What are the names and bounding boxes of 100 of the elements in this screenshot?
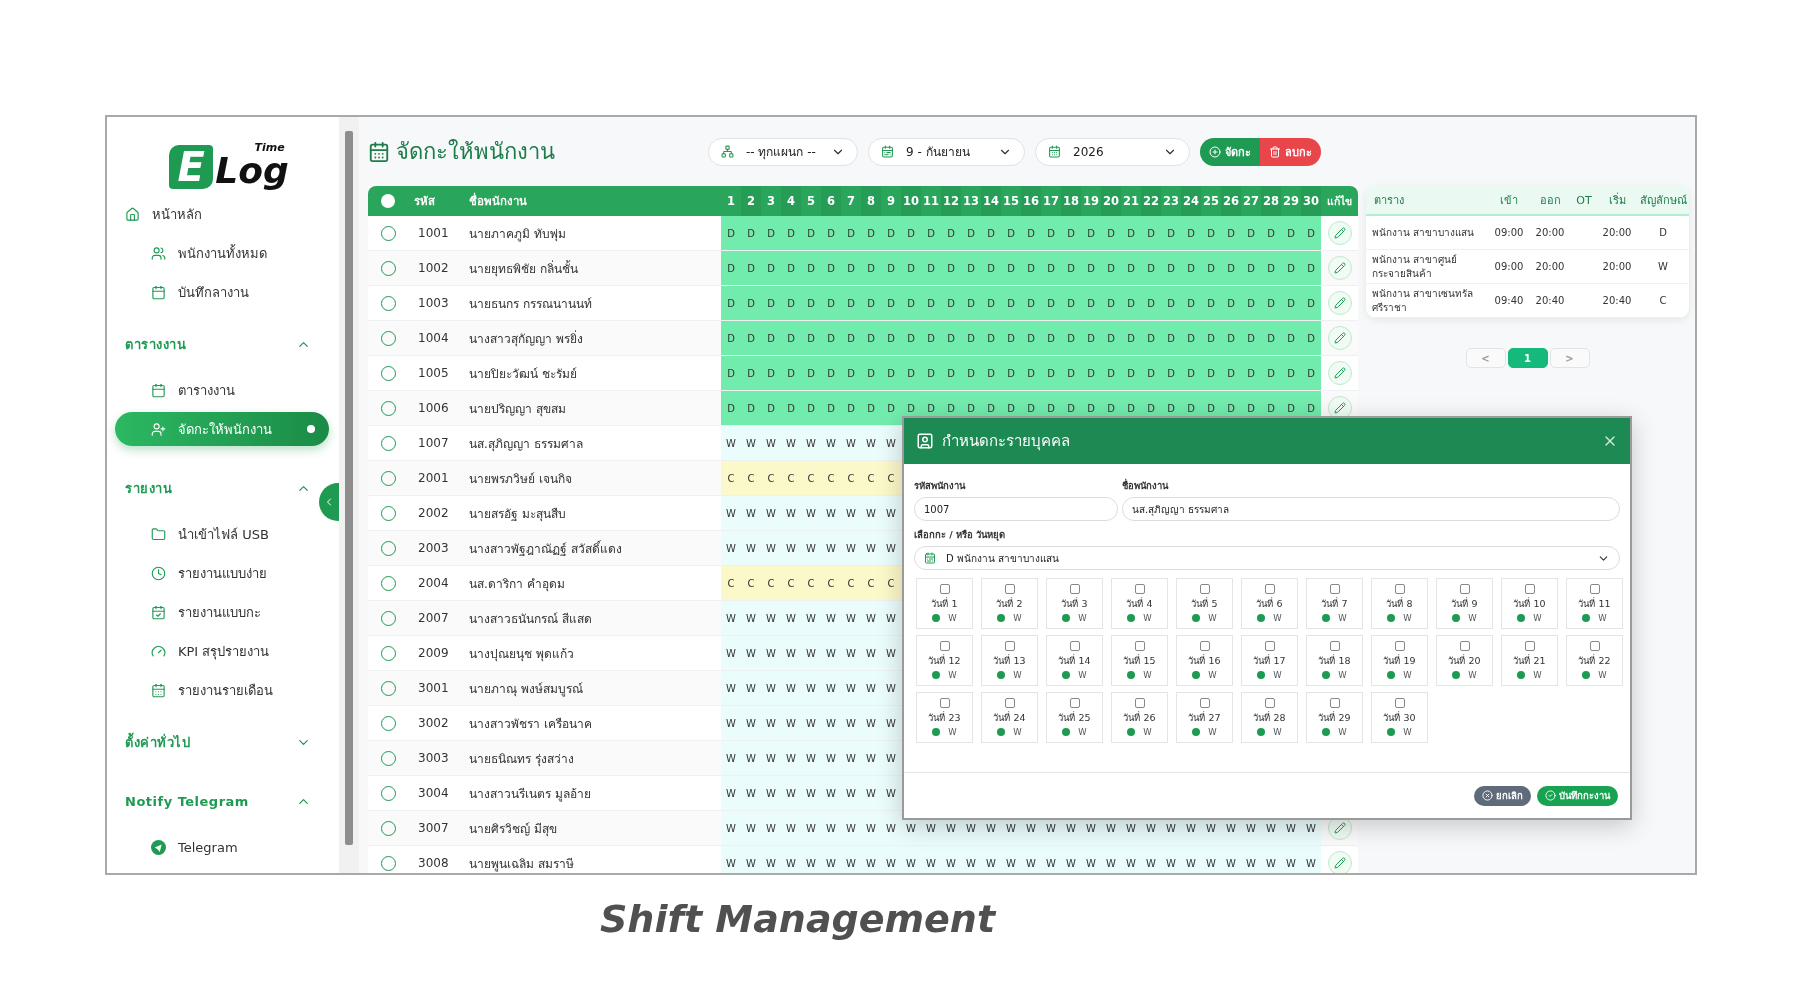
- shift-cell: D: [801, 391, 821, 425]
- sidebar-item[interactable]: หน้าหลัก: [115, 195, 329, 234]
- field-label: รหัสพนักงาน: [914, 479, 967, 493]
- shift-cell: D: [881, 286, 901, 320]
- day-checkbox[interactable]: [1589, 584, 1600, 594]
- sidebar-item[interactable]: ตารางงาน: [115, 371, 329, 410]
- select-all-radio[interactable]: [381, 194, 395, 208]
- shift-cell: D: [1181, 321, 1201, 355]
- sidebar-item[interactable]: รายงานแบบกะ: [115, 593, 329, 632]
- edit-button[interactable]: [1327, 221, 1352, 245]
- status-dot: [1062, 671, 1071, 679]
- sidebar-item[interactable]: KPI สรุปรายงาน: [115, 632, 329, 671]
- sidebar-item[interactable]: พนักงานทั้งหมด: [115, 234, 329, 273]
- shift-cell: D: [1241, 356, 1261, 390]
- shift-cell: D: [1041, 251, 1061, 285]
- day-checkbox[interactable]: [939, 641, 950, 651]
- shift-code: W: [948, 670, 957, 680]
- shift-cell: D: [801, 356, 821, 390]
- filter-dropdown[interactable]: 2026: [1035, 137, 1190, 166]
- day-checkbox[interactable]: [1329, 698, 1340, 708]
- delete-shift-button[interactable]: ลบกะ: [1260, 137, 1321, 166]
- day-checkbox[interactable]: [1264, 698, 1275, 708]
- day-checkbox[interactable]: [1394, 641, 1405, 651]
- table-cell-text: 20:00: [1601, 225, 1633, 240]
- status-dot: [1387, 728, 1396, 736]
- shift-cell: D: [781, 251, 801, 285]
- shift-code: W: [1143, 613, 1152, 623]
- day-checkbox[interactable]: [1524, 641, 1535, 651]
- page-title: จัดกะให้พนักงาน: [396, 138, 555, 166]
- sidebar-item[interactable]: บันทึกลางาน: [115, 273, 329, 312]
- shift-cell: W: [801, 741, 821, 775]
- day-checkbox[interactable]: [1199, 584, 1210, 594]
- column-header: 6: [821, 186, 841, 216]
- table-cell-text: นายธนกร กรรณนานนท์: [468, 295, 593, 313]
- shift-cell: C: [781, 461, 801, 495]
- day-checkbox[interactable]: [1069, 698, 1080, 708]
- shift-cell: W: [721, 636, 741, 670]
- shift-cell: D: [881, 321, 901, 355]
- day-checkbox[interactable]: [1459, 584, 1470, 594]
- day-checkbox[interactable]: [1589, 641, 1600, 651]
- filter-dropdown[interactable]: 9 - กันยายน: [868, 137, 1025, 166]
- shift-cell: W: [861, 601, 881, 635]
- shift-cell: W: [801, 636, 821, 670]
- scrollbar[interactable]: [345, 131, 353, 845]
- input-field[interactable]: นส.สุภิญญา ธรรมศาล: [1122, 497, 1620, 521]
- day-checkbox[interactable]: [1069, 584, 1080, 594]
- shift-cell: W: [801, 496, 821, 530]
- sidebar-section[interactable]: ตั้งค่าทั่วไป: [115, 716, 315, 769]
- day-checkbox[interactable]: [1329, 584, 1340, 594]
- edit-button[interactable]: [1327, 851, 1352, 873]
- shift-cell: D: [881, 356, 901, 390]
- day-checkbox[interactable]: [1524, 584, 1535, 594]
- day-checkbox[interactable]: [1004, 641, 1015, 651]
- cancel-button[interactable]: ยกเลิก: [1474, 785, 1531, 806]
- add-shift-button[interactable]: จัดกะ: [1200, 137, 1260, 166]
- day-checkbox[interactable]: [1004, 584, 1015, 594]
- day-checkbox[interactable]: [1394, 698, 1405, 708]
- edit-button[interactable]: [1327, 326, 1352, 350]
- shift-cell: W: [761, 811, 781, 845]
- sidebar-section[interactable]: ตารางงาน: [115, 318, 315, 371]
- shift-dropdown[interactable]: D พนักงาน สาขาบางแสน: [914, 546, 1620, 570]
- table-cell-text: 20:00: [1601, 259, 1633, 274]
- day-checkbox[interactable]: [1394, 584, 1405, 594]
- sidebar-section[interactable]: รายงาน: [115, 462, 315, 515]
- day-checkbox[interactable]: [1264, 641, 1275, 651]
- sidebar-section[interactable]: Notify Telegram: [115, 775, 315, 828]
- day-checkbox[interactable]: [939, 584, 950, 594]
- shift-cell: D: [1041, 321, 1061, 355]
- day-label: วันที่ 15: [1123, 653, 1156, 668]
- sidebar-item[interactable]: Telegram: [115, 828, 329, 867]
- day-checkbox[interactable]: [1004, 698, 1015, 708]
- shift-cell: C: [721, 566, 741, 600]
- shift-cell: D: [801, 286, 821, 320]
- input-field[interactable]: 1007: [914, 497, 1118, 521]
- day-checkbox[interactable]: [1134, 641, 1145, 651]
- edit-button[interactable]: [1327, 361, 1352, 385]
- shift-cell: W: [721, 776, 741, 810]
- day-checkbox[interactable]: [1329, 641, 1340, 651]
- shift-cell: D: [1241, 216, 1261, 250]
- filter-dropdown[interactable]: -- ทุกแผนก --: [708, 137, 858, 166]
- shift-cell: W: [861, 671, 881, 705]
- table-cell-text: 2003: [417, 540, 450, 557]
- day-checkbox[interactable]: [1199, 641, 1210, 651]
- shift-cell: W: [821, 741, 841, 775]
- day-checkbox[interactable]: [1459, 641, 1470, 651]
- edit-button[interactable]: [1327, 291, 1352, 315]
- day-checkbox[interactable]: [1069, 641, 1080, 651]
- sidebar-item[interactable]: รายงานแบบง่าย: [115, 554, 329, 593]
- shift-cell: W: [841, 671, 861, 705]
- sidebar-item[interactable]: รายงานรายเดือน: [115, 671, 329, 710]
- day-checkbox[interactable]: [1199, 698, 1210, 708]
- day-checkbox[interactable]: [1264, 584, 1275, 594]
- day-checkbox[interactable]: [1134, 584, 1145, 594]
- edit-button[interactable]: [1327, 256, 1352, 280]
- calendar-icon: [924, 552, 936, 564]
- day-checkbox[interactable]: [939, 698, 950, 708]
- day-checkbox[interactable]: [1134, 698, 1145, 708]
- sidebar-item[interactable]: นำเข้าไฟล์ USB: [115, 515, 329, 554]
- shift-cell: D: [1201, 356, 1221, 390]
- shift-cell: W: [781, 496, 801, 530]
